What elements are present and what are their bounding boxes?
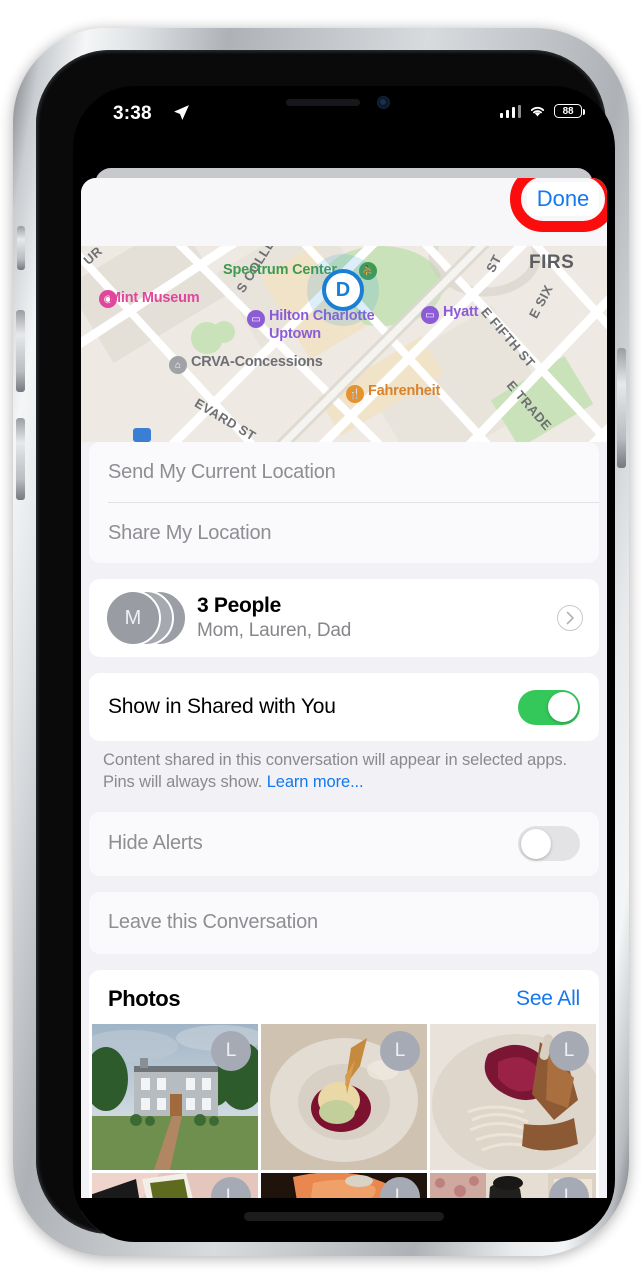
- mute-switch[interactable]: [17, 226, 25, 270]
- toggle-knob: [520, 828, 551, 859]
- poi-label-uptown: Uptown: [269, 326, 321, 342]
- leave-conversation-card: Leave this Conversation: [89, 891, 599, 954]
- earpiece-speaker: [286, 99, 360, 106]
- leave-conversation-label: Leave this Conversation: [108, 911, 318, 934]
- phone-bezel: 3:38 88 Done S COLLEGE FIRS ST E SIX E F…: [36, 50, 615, 1242]
- street-label: FIRS: [529, 252, 575, 273]
- home-indicator[interactable]: [244, 1212, 444, 1221]
- power-button[interactable]: [617, 348, 626, 468]
- notch: [246, 86, 442, 118]
- hide-alerts-row[interactable]: Hide Alerts: [89, 812, 599, 876]
- shared-with-you-row[interactable]: Show in Shared with You: [89, 673, 599, 741]
- volume-down-button[interactable]: [16, 418, 25, 500]
- poi-label-mint-museum: Mint Museum: [109, 290, 200, 306]
- shared-with-you-toggle[interactable]: [518, 689, 580, 725]
- fahrenheit-icon: 🍴: [346, 385, 364, 403]
- hide-alerts-card: Hide Alerts: [89, 811, 599, 876]
- see-all-button[interactable]: See All: [516, 987, 580, 1011]
- sheet-header: Done: [81, 178, 607, 246]
- hyatt-icon: ▭: [421, 306, 439, 324]
- status-indicators: 88: [499, 104, 585, 118]
- battery-indicator: 88: [554, 104, 585, 118]
- photo-thumbnail[interactable]: L: [261, 1023, 427, 1170]
- photo-sender-badge: L: [549, 1030, 589, 1071]
- shared-with-you-label: Show in Shared with You: [108, 695, 336, 718]
- conversation-details-sheet: Done S COLLEGE FIRS ST E SIX E FIFTH ST …: [81, 178, 607, 1242]
- hilton-charlotte-icon: ▭: [247, 310, 265, 328]
- location-actions-card: Send My Current Location Share My Locati…: [89, 442, 599, 563]
- battery-level: 88: [562, 105, 574, 117]
- phone-frame: 3:38 88 Done S COLLEGE FIRS ST E SIX E F…: [13, 28, 629, 1256]
- user-pin-initial: D: [335, 278, 351, 301]
- phone-screen: 3:38 88 Done S COLLEGE FIRS ST E SIX E F…: [73, 86, 615, 1242]
- send-current-location-label: Send My Current Location: [108, 460, 336, 483]
- photos-header: Photos See All: [89, 970, 599, 1024]
- location-arrow-icon: [173, 104, 190, 126]
- share-my-location-row[interactable]: Share My Location: [89, 503, 599, 563]
- hide-alerts-label: Hide Alerts: [108, 832, 203, 855]
- wifi-icon: [530, 106, 545, 117]
- avatar: M: [105, 590, 161, 646]
- poi-label-crva-concessions: CRVA-Concessions: [191, 354, 323, 370]
- photos-title: Photos: [108, 985, 181, 1011]
- send-current-location-row[interactable]: Send My Current Location: [89, 442, 599, 502]
- hide-alerts-toggle[interactable]: [518, 826, 580, 862]
- cellular-signal-icon: [499, 104, 521, 118]
- front-camera-icon: [377, 96, 390, 109]
- poi-label-hyatt: Hyatt: [443, 304, 479, 320]
- avatar-stack: M: [105, 590, 187, 646]
- avatar-initial: M: [124, 606, 142, 629]
- chevron-right-circle-icon[interactable]: [557, 605, 583, 631]
- photo-thumbnail[interactable]: L: [430, 1023, 596, 1170]
- done-button-wrapper: Done: [510, 178, 607, 232]
- user-location-pin[interactable]: D: [322, 269, 364, 311]
- people-title: 3 People: [197, 594, 281, 617]
- people-subtitle: Mom, Lauren, Dad: [197, 620, 352, 641]
- location-map[interactable]: S COLLEGE FIRS ST E SIX E FIFTH ST E TRA…: [81, 246, 607, 442]
- shared-with-you-footnote: Content shared in this conversation will…: [81, 741, 607, 794]
- photo-sender-badge: L: [380, 1030, 420, 1071]
- status-time: 3:38: [113, 103, 152, 124]
- photo-sender-badge: L: [211, 1030, 251, 1071]
- people-row[interactable]: M 3 People Mom, Lauren, Dad: [89, 579, 599, 657]
- photos-card: Photos See All L L L L L L: [89, 969, 599, 1215]
- share-my-location-label: Share My Location: [108, 521, 272, 544]
- toggle-knob: [547, 692, 578, 722]
- done-button[interactable]: Done: [527, 182, 599, 216]
- poi-label-fahrenheit: Fahrenheit: [368, 383, 441, 399]
- photos-grid: L L L L L L: [89, 1023, 599, 1215]
- volume-up-button[interactable]: [16, 310, 25, 392]
- leave-conversation-row[interactable]: Leave this Conversation: [89, 892, 599, 954]
- people-text: 3 People Mom, Lauren, Dad: [197, 594, 557, 642]
- crva-concessions-icon: ⌂: [169, 356, 187, 374]
- shared-with-you-card: Show in Shared with You: [89, 673, 599, 741]
- people-card[interactable]: M 3 People Mom, Lauren, Dad: [89, 579, 599, 657]
- learn-more-link[interactable]: Learn more...: [267, 773, 364, 791]
- photo-thumbnail[interactable]: L: [92, 1023, 258, 1170]
